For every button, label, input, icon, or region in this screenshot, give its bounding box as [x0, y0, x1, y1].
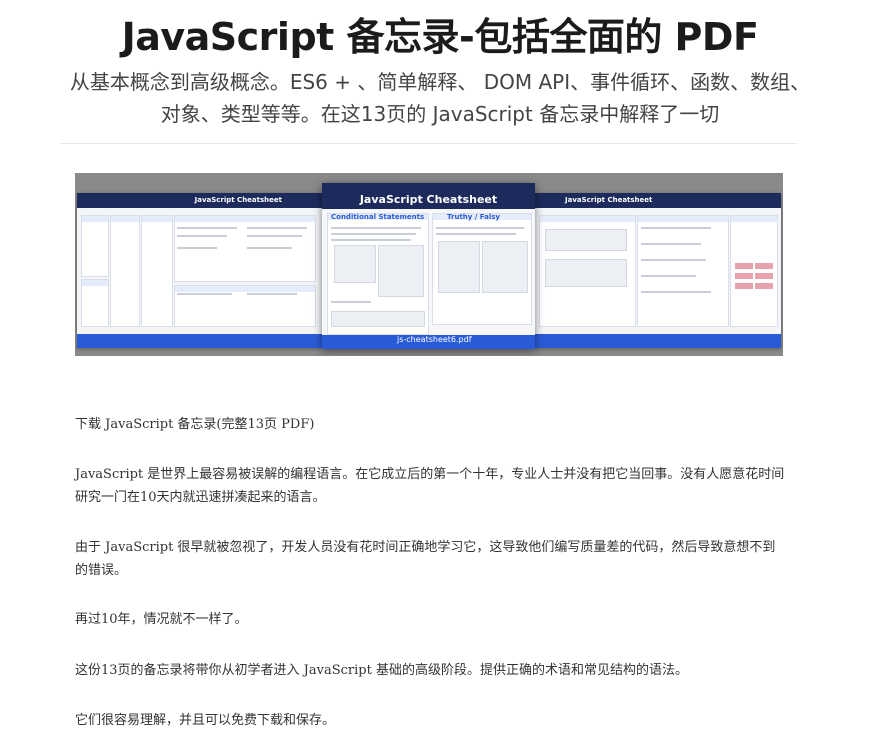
- left-sheet-title: JavaScript Cheatsheet: [77, 193, 322, 208]
- article-paragraph: JavaScript 是世界上最容易被误解的编程语言。在它成立后的第一个十年，专…: [75, 467, 785, 505]
- left-sheet-thumbnail: JavaScript Cheatsheet: [77, 193, 322, 348]
- right-sheet-block: [730, 215, 778, 327]
- conditional-statements-heading: Conditional Statements: [331, 213, 425, 221]
- article-download-line: 下载 JavaScript 备忘录(完整13页 PDF): [75, 413, 787, 436]
- article-paragraph: 再过10年，情况就不一样了。: [75, 612, 248, 627]
- right-sheet-footer: [535, 334, 781, 348]
- article-paragraph: 这份13页的备忘录将带你从初学者进入 JavaScript 基础的高级阶段。提供…: [75, 663, 688, 678]
- left-sheet-block: [174, 285, 316, 327]
- left-sheet-footer: [77, 334, 322, 348]
- pdf-file-name: js-cheatsheet6.pdf: [397, 335, 472, 344]
- article-paragraph: 它们很容易理解，并且可以免费下载和保存。: [75, 713, 336, 728]
- cheatsheet-preview-image[interactable]: JavaScript Cheatsheet JavaScript Cheatsh…: [75, 173, 783, 356]
- front-sheet-thumbnail: JavaScript Cheatsheet Conditional Statem…: [322, 183, 535, 349]
- page-subtitle: 从基本概念到高级概念。ES6 + 、简单解释、 DOM API、事件循环、函数、…: [40, 66, 840, 130]
- subtitle-line-1: 从基本概念到高级概念。ES6 + 、简单解释、 DOM API、事件循环、函数、…: [69, 70, 811, 94]
- front-sheet-title: JavaScript Cheatsheet: [359, 193, 498, 206]
- left-sheet-block: [81, 279, 109, 327]
- left-sheet-block: [110, 215, 140, 327]
- right-sheet-thumbnail: JavaScript Cheatsheet: [535, 193, 781, 348]
- download-cheatsheet-link[interactable]: 下载 JavaScript 备忘录(完整13页 PDF): [75, 417, 314, 432]
- truthy-falsy-heading: Truthy / Falsy: [447, 213, 500, 221]
- page-title: JavaScript 备忘录-包括全面的 PDF: [121, 15, 759, 59]
- article-paragraph: 由于 JavaScript 很早就被忽视了，开发人员没有花时间正确地学习它，这导…: [75, 540, 776, 578]
- header-divider: [60, 143, 797, 144]
- left-sheet-block: [81, 215, 109, 277]
- right-sheet-title: JavaScript Cheatsheet: [535, 193, 781, 208]
- right-sheet-block: [637, 215, 729, 327]
- subtitle-line-2: 对象、类型等等。在这13页的 JavaScript 备忘录中解释了一切: [160, 102, 720, 126]
- left-sheet-block: [141, 215, 173, 327]
